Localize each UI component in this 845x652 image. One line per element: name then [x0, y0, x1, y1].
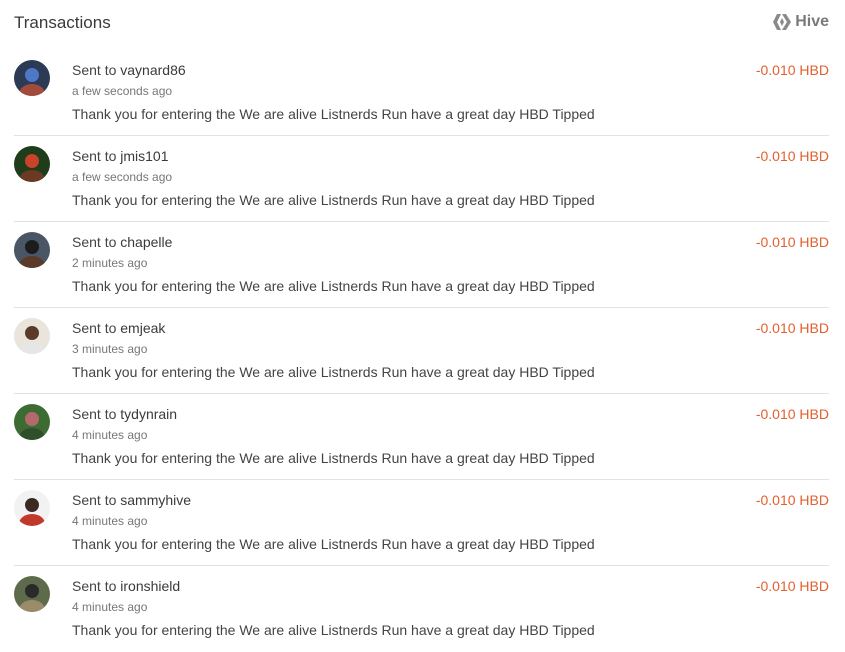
avatar[interactable]	[14, 146, 50, 182]
avatar[interactable]	[14, 490, 50, 526]
recipient-link[interactable]: jmis101	[120, 148, 168, 164]
sent-to-label: Sent to	[72, 234, 117, 250]
memo-text: Thank you for entering the We are alive …	[72, 278, 595, 294]
transaction-title: Sent to sammyhive	[72, 492, 191, 508]
page-title: Transactions	[14, 13, 111, 32]
amount: -0.010 HBD	[755, 62, 829, 78]
sent-to-label: Sent to	[72, 320, 117, 336]
avatar[interactable]	[14, 232, 50, 268]
sent-to-label: Sent to	[72, 148, 117, 164]
transactions-header: Transactions Hive	[14, 0, 829, 46]
avatar[interactable]	[14, 318, 50, 354]
amount: -0.010 HBD	[755, 234, 829, 250]
transaction-row[interactable]: Sent to emjeak 3 minutes ago Thank you f…	[14, 308, 829, 394]
amount: -0.010 HBD	[755, 406, 829, 422]
transaction-row[interactable]: Sent to vaynard86 a few seconds ago Than…	[14, 50, 829, 136]
hive-logo-icon	[773, 14, 792, 30]
transaction-row[interactable]: Sent to ironshield 4 minutes ago Thank y…	[14, 566, 829, 652]
timestamp: 2 minutes ago	[72, 256, 148, 270]
memo-text: Thank you for entering the We are alive …	[72, 450, 595, 466]
timestamp: a few seconds ago	[72, 170, 173, 184]
transaction-row[interactable]: Sent to tydynrain 4 minutes ago Thank yo…	[14, 394, 829, 480]
transaction-title: Sent to ironshield	[72, 578, 180, 594]
avatar[interactable]	[14, 404, 50, 440]
timestamp: 4 minutes ago	[72, 600, 148, 614]
timestamp: 4 minutes ago	[72, 428, 148, 442]
recipient-link[interactable]: chapelle	[120, 234, 172, 250]
amount: -0.010 HBD	[755, 492, 829, 508]
memo-text: Thank you for entering the We are alive …	[72, 536, 595, 552]
recipient-link[interactable]: ironshield	[120, 578, 180, 594]
sent-to-label: Sent to	[72, 578, 117, 594]
recipient-link[interactable]: sammyhive	[120, 492, 191, 508]
recipient-link[interactable]: tydynrain	[120, 406, 177, 422]
amount: -0.010 HBD	[755, 320, 829, 336]
sent-to-label: Sent to	[72, 492, 117, 508]
transaction-row[interactable]: Sent to jmis101 a few seconds ago Thank …	[14, 136, 829, 222]
transaction-title: Sent to emjeak	[72, 320, 165, 336]
timestamp: a few seconds ago	[72, 84, 173, 98]
transaction-title: Sent to chapelle	[72, 234, 172, 250]
transaction-title: Sent to jmis101	[72, 148, 169, 164]
transaction-row[interactable]: Sent to chapelle 2 minutes ago Thank you…	[14, 222, 829, 308]
recipient-link[interactable]: emjeak	[120, 320, 165, 336]
transaction-row[interactable]: Sent to sammyhive 4 minutes ago Thank yo…	[14, 480, 829, 566]
timestamp: 4 minutes ago	[72, 514, 148, 528]
transaction-list: Sent to vaynard86 a few seconds ago Than…	[14, 50, 829, 652]
recipient-link[interactable]: vaynard86	[120, 62, 185, 78]
amount: -0.010 HBD	[755, 578, 829, 594]
amount: -0.010 HBD	[755, 148, 829, 164]
memo-text: Thank you for entering the We are alive …	[72, 364, 595, 380]
avatar[interactable]	[14, 576, 50, 612]
memo-text: Thank you for entering the We are alive …	[72, 192, 595, 208]
sent-to-label: Sent to	[72, 62, 117, 78]
memo-text: Thank you for entering the We are alive …	[72, 622, 595, 638]
avatar[interactable]	[14, 60, 50, 96]
transaction-title: Sent to tydynrain	[72, 406, 177, 422]
sent-to-label: Sent to	[72, 406, 117, 422]
hive-brand[interactable]: Hive	[773, 13, 829, 31]
timestamp: 3 minutes ago	[72, 342, 148, 356]
transaction-title: Sent to vaynard86	[72, 62, 186, 78]
memo-text: Thank you for entering the We are alive …	[72, 106, 595, 122]
hive-brand-label: Hive	[795, 13, 829, 30]
